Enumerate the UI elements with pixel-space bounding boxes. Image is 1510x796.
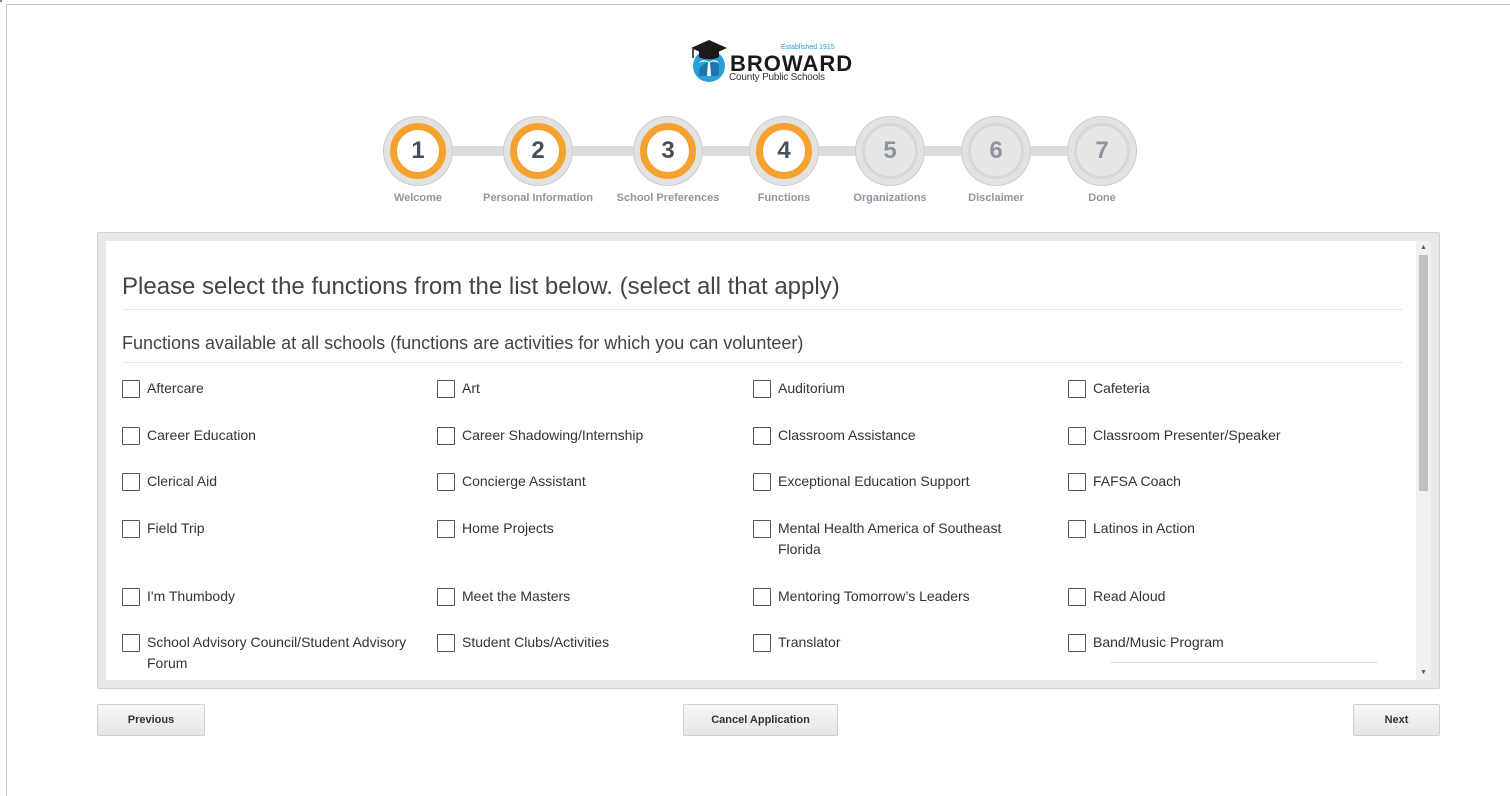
scroll-up-arrow-icon[interactable]: ▲ — [1416, 241, 1431, 255]
step-number: 1 — [390, 123, 446, 179]
option-label: Latinos in Action — [1093, 520, 1195, 536]
option-label: Student Clubs/Activities — [462, 634, 610, 650]
checkbox-icon[interactable] — [1068, 427, 1086, 445]
broward-logo: Established 1915 BROWARD County Public S… — [689, 36, 852, 84]
checkbox-icon[interactable] — [753, 380, 771, 398]
step-number: 5 — [862, 123, 918, 179]
checkbox-icon[interactable] — [1068, 520, 1086, 538]
option-label: Auditorium — [778, 380, 845, 396]
option-label: Read Aloud — [1093, 588, 1166, 604]
progress-stepper: 1 Welcome 2 Personal Information 3 Schoo… — [0, 110, 1510, 210]
option-label: Aftercare — [147, 380, 204, 396]
checkbox-icon[interactable] — [437, 427, 455, 445]
step-circle: 7 — [1067, 116, 1137, 186]
checkbox-icon[interactable] — [437, 380, 455, 398]
option-label: Classroom Presenter/Speaker — [1093, 427, 1281, 443]
functions-scroll-area[interactable]: Please select the functions from the lis… — [106, 241, 1431, 680]
option-label: I'm Thumbody — [147, 588, 236, 604]
option-label: Career Shadowing/Internship — [462, 427, 644, 443]
checkbox-icon[interactable] — [122, 380, 140, 398]
step-circle: 5 — [855, 116, 925, 186]
checkbox-icon[interactable] — [753, 473, 771, 491]
checkbox-icon[interactable] — [122, 520, 140, 538]
checkbox-icon[interactable] — [753, 588, 771, 606]
option-label: Exceptional Education Support — [778, 473, 970, 489]
option-label: FAFSA Coach — [1093, 473, 1181, 489]
option-label: Art — [462, 380, 480, 396]
step-circle: 4 — [749, 116, 819, 186]
previous-button[interactable]: Previous — [97, 704, 205, 736]
option-label: Meet the Masters — [462, 588, 571, 604]
step-number: 3 — [640, 123, 696, 179]
option-label: Clerical Aid — [147, 473, 218, 489]
logo-established-text: Established 1915 — [781, 44, 835, 51]
checkbox-icon[interactable] — [122, 634, 140, 652]
checkbox-icon[interactable] — [437, 520, 455, 538]
checkbox-icon[interactable] — [753, 427, 771, 445]
vertical-scrollbar[interactable]: ▲ ▼ — [1416, 241, 1431, 680]
divider — [1110, 662, 1378, 663]
checkbox-icon[interactable] — [122, 473, 140, 491]
option-label: Concierge Assistant — [462, 473, 586, 489]
step-circle: 1 — [383, 116, 453, 186]
option-label: Home Projects — [462, 520, 554, 536]
step-label: Personal Information — [482, 192, 594, 204]
option-label: Career Education — [147, 427, 256, 443]
checkbox-icon[interactable] — [753, 634, 771, 652]
checkbox-icon[interactable] — [1068, 473, 1086, 491]
option-label: Mental Health America of Southeast Flori… — [778, 520, 1002, 557]
checkbox-icon[interactable] — [437, 634, 455, 652]
logo-subtitle: County Public Schools — [729, 72, 825, 83]
option-label: Mentoring Tomorrow’s Leaders — [778, 588, 970, 604]
step-circle: 3 — [633, 116, 703, 186]
scroll-down-arrow-icon[interactable]: ▼ — [1416, 666, 1431, 680]
next-button[interactable]: Next — [1353, 704, 1440, 736]
checkbox-icon[interactable] — [753, 520, 771, 538]
option-label: School Advisory Council/Student Advisory… — [147, 634, 407, 671]
checkbox-icon[interactable] — [1068, 588, 1086, 606]
section-heading: Functions available at all schools (func… — [122, 333, 1402, 363]
scrollbar-thumb[interactable] — [1419, 255, 1428, 491]
checkbox-icon[interactable] — [437, 588, 455, 606]
option-label: Translator — [778, 634, 841, 650]
corner-mark — [0, 0, 2, 2]
graduation-cap-globe-icon — [691, 40, 727, 82]
step-number: 2 — [510, 123, 566, 179]
step-number: 6 — [968, 123, 1024, 179]
option-label: Classroom Assistance — [778, 427, 916, 443]
step-number: 4 — [756, 123, 812, 179]
step-circle: 6 — [961, 116, 1031, 186]
functions-panel: Please select the functions from the lis… — [97, 232, 1440, 689]
step-circle: 2 — [503, 116, 573, 186]
checkbox-icon[interactable] — [122, 427, 140, 445]
option-label: Band/Music Program — [1093, 634, 1224, 650]
option-label: Cafeteria — [1093, 380, 1150, 396]
step-label: Welcome — [393, 192, 443, 204]
cancel-application-button[interactable]: Cancel Application — [683, 704, 838, 736]
checkbox-icon[interactable] — [1068, 380, 1086, 398]
step-label: Done — [1088, 192, 1116, 204]
checkbox-icon[interactable] — [437, 473, 455, 491]
checkbox-icon[interactable] — [1068, 634, 1086, 652]
page-heading: Please select the functions from the lis… — [122, 273, 1402, 310]
window-top-border — [6, 4, 1510, 5]
checkbox-icon[interactable] — [122, 588, 140, 606]
option-label: Field Trip — [147, 520, 205, 536]
step-number: 7 — [1074, 123, 1130, 179]
